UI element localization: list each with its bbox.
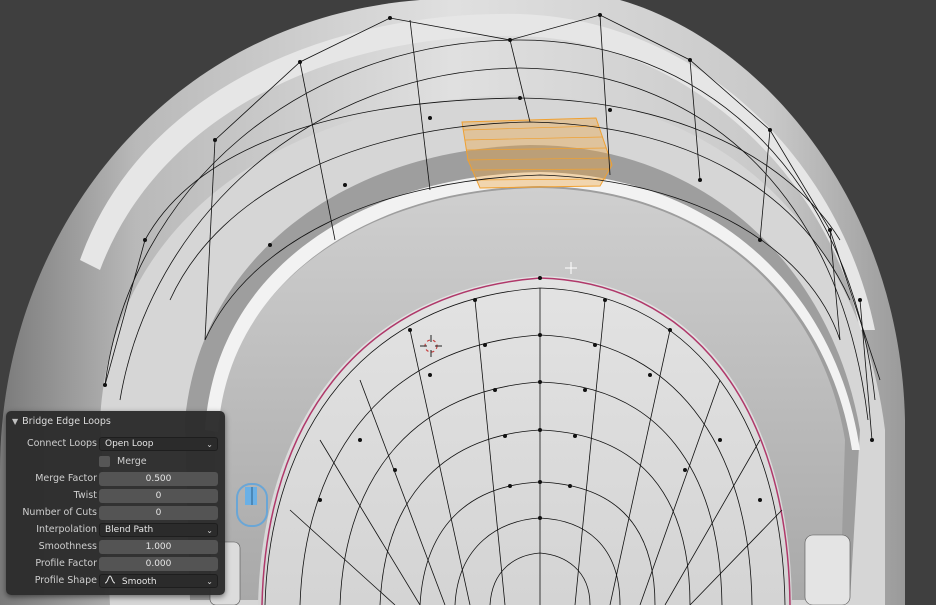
connect-loops-row: Connect Loops Open Loop ⌄: [6, 437, 225, 452]
number-of-cuts-field[interactable]: 0: [99, 506, 218, 520]
chevron-down-icon: ⌄: [206, 440, 213, 449]
twist-label: Twist: [73, 490, 97, 501]
merge-label: Merge: [117, 456, 147, 467]
profile-factor-field[interactable]: 0.000: [99, 557, 218, 571]
connect-loops-label: Connect Loops: [26, 438, 97, 449]
merge-row: Merge: [6, 455, 225, 470]
panel-header[interactable]: ▼ Bridge Edge Loops: [6, 411, 225, 431]
number-of-cuts-row: Number of Cuts 0: [6, 506, 225, 521]
connect-loops-dropdown[interactable]: Open Loop ⌄: [99, 437, 218, 451]
profile-shape-label: Profile Shape: [34, 575, 97, 586]
right-cylinder: [804, 534, 851, 605]
merge-checkbox[interactable]: [99, 456, 110, 467]
chevron-down-icon: ⌄: [206, 526, 213, 535]
merge-factor-label: Merge Factor: [35, 473, 97, 484]
operator-panel: ▼ Bridge Edge Loops Connect Loops Open L…: [6, 411, 225, 595]
panel-title: Bridge Edge Loops: [22, 415, 111, 427]
interpolation-row: Interpolation Blend Path ⌄: [6, 523, 225, 538]
smoothness-label: Smoothness: [38, 541, 97, 552]
profile-factor-label: Profile Factor: [35, 558, 97, 569]
smooth-curve-icon: [104, 575, 116, 589]
profile-shape-row: Profile Shape Smooth ⌄: [6, 574, 225, 589]
merge-factor-row: Merge Factor 0.500: [6, 472, 225, 487]
selected-faces: [461, 117, 613, 189]
merge-factor-field[interactable]: 0.500: [99, 472, 218, 486]
smoothness-field[interactable]: 1.000: [99, 540, 218, 554]
profile-shape-dropdown[interactable]: Smooth ⌄: [99, 574, 218, 588]
smoothness-row: Smoothness 1.000: [6, 540, 225, 555]
twist-field[interactable]: 0: [99, 489, 218, 503]
interpolation-value: Blend Path: [105, 525, 154, 535]
profile-factor-row: Profile Factor 0.000: [6, 557, 225, 572]
profile-shape-value: Smooth: [121, 577, 157, 587]
chevron-down-icon: ⌄: [206, 577, 213, 586]
connect-loops-value: Open Loop: [105, 439, 154, 449]
mouse-icon: [236, 483, 268, 531]
interpolation-label: Interpolation: [36, 524, 97, 535]
chevron-down-icon[interactable]: ▼: [12, 417, 18, 426]
number-of-cuts-label: Number of Cuts: [22, 507, 97, 518]
twist-row: Twist 0: [6, 489, 225, 504]
interpolation-dropdown[interactable]: Blend Path ⌄: [99, 523, 218, 537]
